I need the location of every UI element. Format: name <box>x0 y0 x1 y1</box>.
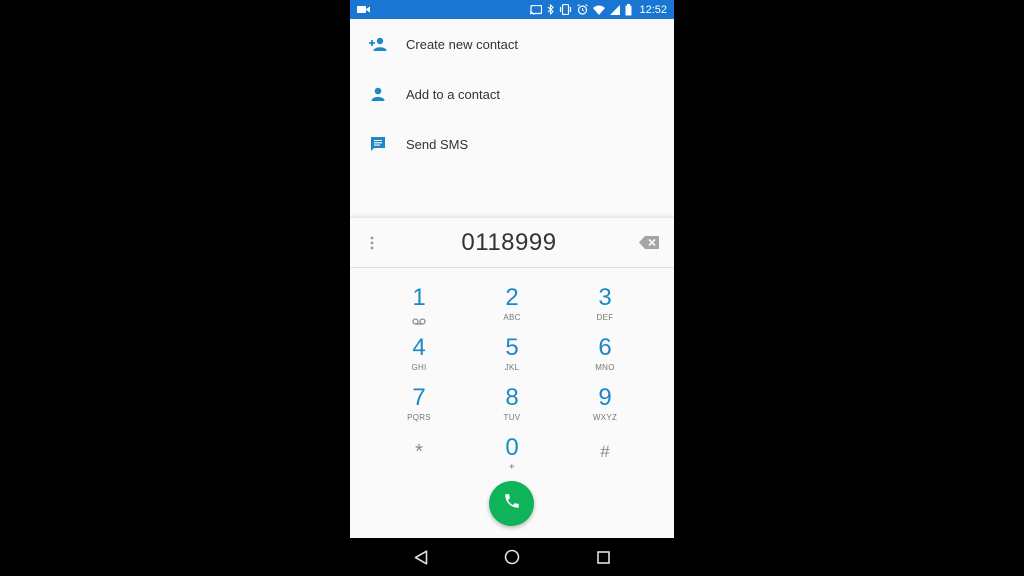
key-7[interactable]: 7 PQRS <box>379 384 459 434</box>
key-3[interactable]: 3 DEF <box>565 284 645 334</box>
key-3-letters: DEF <box>596 313 614 322</box>
navigation-bar <box>350 538 674 576</box>
key-2-digit: 2 <box>505 284 519 311</box>
key-5[interactable]: 5 JKL <box>472 334 552 384</box>
add-to-contact-label: Add to a contact <box>406 86 500 102</box>
key-5-letters: JKL <box>504 363 520 372</box>
send-sms-label: Send SMS <box>406 136 469 152</box>
person-add-icon <box>350 37 406 51</box>
back-icon[interactable] <box>411 547 431 567</box>
cast-icon <box>530 4 543 15</box>
send-sms-item[interactable]: Send SMS <box>350 119 674 169</box>
bluetooth-icon <box>547 4 555 15</box>
overflow-menu-icon[interactable] <box>350 218 394 267</box>
vibrate-icon <box>559 4 572 15</box>
cell-signal-icon <box>610 4 621 15</box>
key-0-plus: + <box>508 462 516 473</box>
key-7-letters: PQRS <box>407 413 431 422</box>
key-6-letters: MNO <box>595 363 615 372</box>
key-hash[interactable]: # <box>565 434 645 484</box>
status-bar: 12:52 <box>350 0 674 19</box>
key-6-digit: 6 <box>598 334 612 361</box>
digits-field: 0118999 <box>350 217 674 268</box>
status-time: 12:52 <box>639 3 667 16</box>
message-icon <box>350 136 406 152</box>
key-5-digit: 5 <box>505 334 519 361</box>
key-4-digit: 4 <box>412 334 426 361</box>
phone-screen: 12:52 Create new contact Add to a contac… <box>350 0 674 576</box>
key-7-digit: 7 <box>412 384 426 411</box>
voicemail-icon <box>379 312 459 325</box>
key-3-digit: 3 <box>598 284 612 311</box>
key-6[interactable]: 6 MNO <box>565 334 645 384</box>
recents-icon[interactable] <box>593 547 613 567</box>
dialer-action-list: Create new contact Add to a contact Send… <box>350 19 674 217</box>
key-1[interactable]: 1 <box>379 284 459 334</box>
key-star[interactable]: * <box>379 434 459 484</box>
video-camera-icon <box>357 5 370 14</box>
alarm-icon <box>577 4 589 15</box>
phone-icon <box>503 492 521 515</box>
key-1-digit: 1 <box>412 284 426 311</box>
battery-icon <box>625 3 632 16</box>
person-icon <box>350 87 406 101</box>
add-to-contact-item[interactable]: Add to a contact <box>350 69 674 119</box>
key-0-digit: 0 <box>505 434 519 461</box>
dialed-number[interactable]: 0118999 <box>394 229 624 257</box>
key-4-letters: GHI <box>411 363 427 372</box>
key-9[interactable]: 9 WXYZ <box>565 384 645 434</box>
dial-pad: 1 2 ABC 3 DEF 4 GHI 5 JKL 6 MNO 7 PQRS 8… <box>350 268 674 538</box>
home-icon[interactable] <box>502 547 522 567</box>
key-9-digit: 9 <box>598 384 612 411</box>
key-hash-symbol: # <box>600 442 610 461</box>
key-8-letters: TUV <box>503 413 521 422</box>
wifi-icon <box>593 5 606 15</box>
create-new-contact-item[interactable]: Create new contact <box>350 19 674 69</box>
create-new-contact-label: Create new contact <box>406 36 519 52</box>
key-2-letters: ABC <box>503 313 521 322</box>
key-9-letters: WXYZ <box>592 413 618 422</box>
key-8[interactable]: 8 TUV <box>472 384 552 434</box>
key-2[interactable]: 2 ABC <box>472 284 552 334</box>
key-4[interactable]: 4 GHI <box>379 334 459 384</box>
key-star-symbol: * <box>415 441 423 463</box>
key-8-digit: 8 <box>505 384 519 411</box>
backspace-icon[interactable] <box>624 218 674 267</box>
key-0[interactable]: 0 + <box>472 434 552 484</box>
call-button[interactable] <box>489 481 534 526</box>
